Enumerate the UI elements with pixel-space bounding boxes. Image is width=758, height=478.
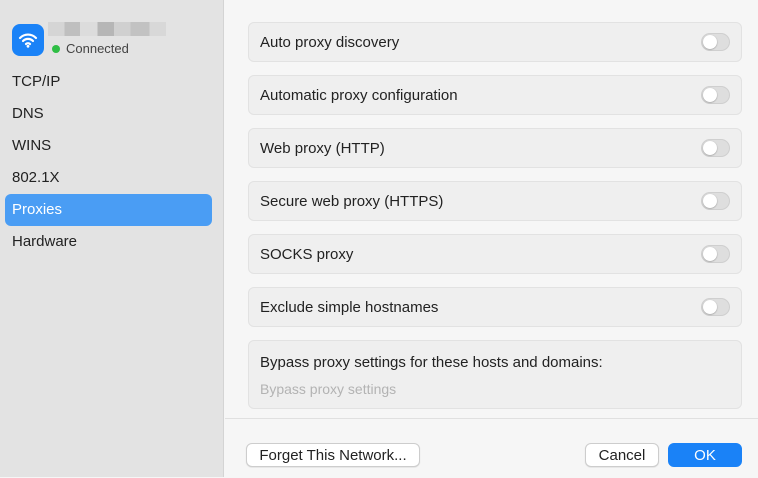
status-dot-icon — [52, 44, 60, 53]
exclude-simple-hostnames-label: Exclude simple hostnames — [260, 299, 439, 316]
sidebar-item-8021x[interactable]: 802.1X — [5, 162, 212, 194]
sidebar-item-proxies[interactable]: Proxies — [5, 194, 212, 226]
proxies-panel: Auto proxy discovery Automatic proxy con… — [225, 0, 758, 477]
web-proxy-http-label: Web proxy (HTTP) — [260, 140, 385, 157]
toggle-knob — [703, 35, 717, 49]
sidebar-item-wins[interactable]: WINS — [5, 130, 212, 162]
toggle-knob — [703, 88, 717, 102]
exclude-simple-hostnames-row: Exclude simple hostnames — [248, 287, 742, 327]
sidebar-item-dns[interactable]: DNS — [5, 98, 212, 130]
network-header: Connected — [12, 22, 217, 56]
toggle-knob — [703, 141, 717, 155]
socks-proxy-label: SOCKS proxy — [260, 246, 354, 263]
toggle-knob — [703, 247, 717, 261]
dialog-footer: Forget This Network... Cancel OK — [225, 418, 758, 478]
socks-proxy-toggle[interactable] — [701, 245, 730, 263]
secure-web-proxy-https-label: Secure web proxy (HTTPS) — [260, 193, 444, 210]
network-name-redacted — [48, 22, 166, 36]
auto-proxy-discovery-toggle[interactable] — [701, 33, 730, 51]
sidebar: Connected TCP/IP DNS WINS 802.1X Proxies… — [0, 0, 224, 477]
sidebar-item-tcpip[interactable]: TCP/IP — [5, 66, 212, 98]
exclude-simple-hostnames-toggle[interactable] — [701, 298, 730, 316]
wifi-icon — [12, 24, 44, 56]
bypass-settings-label: Bypass proxy settings for these hosts an… — [260, 354, 603, 371]
ok-button[interactable]: OK — [668, 443, 742, 467]
bypass-settings-input[interactable] — [260, 381, 720, 397]
auto-proxy-discovery-label: Auto proxy discovery — [260, 34, 400, 51]
toggle-knob — [703, 194, 717, 208]
forget-network-button[interactable]: Forget This Network... — [246, 443, 420, 467]
automatic-proxy-configuration-label: Automatic proxy configuration — [260, 87, 458, 104]
automatic-proxy-configuration-row: Automatic proxy configuration — [248, 75, 742, 115]
sidebar-nav: TCP/IP DNS WINS 802.1X Proxies Hardware — [5, 66, 212, 258]
secure-web-proxy-https-toggle[interactable] — [701, 192, 730, 210]
connection-status-label: Connected — [66, 41, 129, 56]
web-proxy-http-toggle[interactable] — [701, 139, 730, 157]
socks-proxy-row: SOCKS proxy — [248, 234, 742, 274]
toggle-knob — [703, 300, 717, 314]
secure-web-proxy-https-row: Secure web proxy (HTTPS) — [248, 181, 742, 221]
bypass-settings-box: Bypass proxy settings for these hosts an… — [248, 340, 742, 409]
cancel-button[interactable]: Cancel — [585, 443, 659, 467]
web-proxy-http-row: Web proxy (HTTP) — [248, 128, 742, 168]
auto-proxy-discovery-row: Auto proxy discovery — [248, 22, 742, 62]
automatic-proxy-configuration-toggle[interactable] — [701, 86, 730, 104]
connection-status: Connected — [52, 41, 129, 56]
sidebar-item-hardware[interactable]: Hardware — [5, 226, 212, 258]
